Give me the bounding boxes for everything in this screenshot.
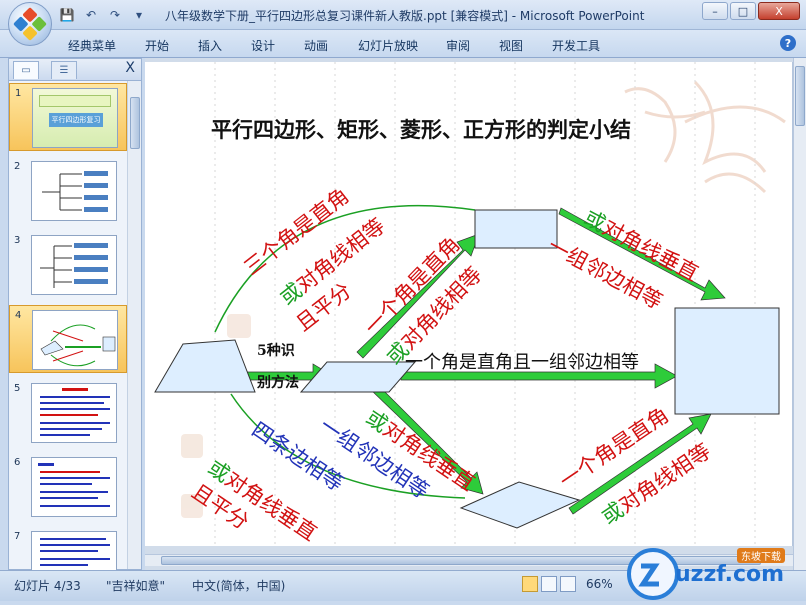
- slide-number: 1: [15, 88, 22, 99]
- slide-thumbnail-4[interactable]: 4: [9, 305, 127, 373]
- slide-preview: [32, 310, 118, 370]
- normal-view-icon[interactable]: [522, 576, 538, 592]
- slide-sorter-view-icon[interactable]: [541, 576, 557, 592]
- slide-number: 3: [14, 235, 21, 246]
- quadrilateral-shape: [154, 339, 256, 393]
- tab-insert[interactable]: 插入: [198, 37, 222, 54]
- rectangle-shape: [474, 209, 558, 249]
- slide-preview: [31, 457, 117, 517]
- slide-preview: [31, 531, 117, 571]
- office-button[interactable]: [8, 2, 52, 46]
- slide-number: 2: [14, 161, 21, 172]
- scrollbar-thumb[interactable]: [130, 97, 140, 149]
- slide-number: 6: [14, 457, 21, 468]
- slide-canvas[interactable]: 平行四边形、矩形、菱形、正方形的判定小结 5种识 别方法 三个角是直角 或对角线…: [145, 62, 793, 546]
- slide-thumbnail-3[interactable]: 3: [9, 231, 127, 299]
- thumbnail-scrollbar[interactable]: [127, 81, 141, 569]
- slide-thumbnail-pane: ▭ ☰ X 1 平行四边形复习 2 3 4 5 6 7: [8, 58, 142, 571]
- theme-name[interactable]: "吉祥如意": [106, 577, 165, 594]
- tab-animation[interactable]: 动画: [304, 37, 328, 54]
- slide-vertical-scrollbar[interactable]: [793, 58, 806, 570]
- slide-preview: 平行四边形复习: [32, 88, 118, 148]
- preview-title: 平行四边形复习: [49, 113, 103, 127]
- scrollbar-thumb[interactable]: [795, 66, 805, 126]
- slide-thumbnail-5[interactable]: 5: [9, 379, 127, 447]
- minimize-button[interactable]: –: [702, 2, 728, 20]
- watermark-subtitle: 东坡下载: [737, 548, 785, 563]
- tab-slideshow[interactable]: 幻灯片放映: [358, 37, 418, 54]
- ribbon-tabs: 经典菜单 开始 插入 设计 动画 幻灯片放映 审阅 视图 开发工具 ?: [0, 30, 806, 58]
- office-logo-icon: [13, 7, 47, 41]
- slide-preview: [31, 383, 117, 443]
- five-methods-label-1: 5种识: [257, 343, 295, 359]
- preview-text-lines: [40, 388, 110, 436]
- slide-thumbnail-2[interactable]: 2: [9, 157, 127, 225]
- watermark-brand: uzzf.com: [675, 562, 785, 587]
- window-controls: – □ X: [702, 2, 800, 20]
- five-methods-label-2: 别方法: [257, 375, 299, 391]
- tab-classic-menu[interactable]: 经典菜单: [68, 37, 116, 54]
- slide-number: 7: [14, 531, 21, 542]
- preview-text-lines: [38, 463, 110, 507]
- pane-close-icon[interactable]: X: [125, 60, 135, 76]
- slide-thumbnail-1[interactable]: 1 平行四边形复习: [9, 83, 127, 151]
- slide-thumbnail-7[interactable]: 7: [9, 527, 127, 571]
- save-icon[interactable]: 💾: [58, 6, 76, 24]
- preview-text-lines: [40, 538, 110, 566]
- qat-customize-icon[interactable]: ▾: [130, 6, 148, 24]
- quick-access-toolbar: 💾 ↶ ↷ ▾: [58, 6, 148, 24]
- pane-tabs: ▭ ☰ X: [9, 59, 141, 81]
- preview-banner: [39, 95, 111, 107]
- preview-diagram: [40, 243, 108, 288]
- site-watermark: uzzf.com 东坡下载: [619, 540, 806, 601]
- outline-tab-icon[interactable]: ☰: [51, 61, 77, 79]
- tab-view[interactable]: 视图: [499, 37, 523, 54]
- condition-right-angle-and-adjacent: 一个角是直角且一组邻边相等: [405, 352, 639, 373]
- slide-preview: [31, 161, 117, 221]
- preview-diagram: [42, 171, 108, 212]
- tab-review[interactable]: 审阅: [446, 37, 470, 54]
- slide-counter: 幻灯片 4/33: [14, 579, 81, 593]
- slide-number: 5: [14, 383, 21, 394]
- slide-thumbnail-6[interactable]: 6: [9, 453, 127, 521]
- tab-home[interactable]: 开始: [145, 37, 169, 54]
- close-button[interactable]: X: [758, 2, 800, 20]
- zoom-level[interactable]: 66%: [586, 577, 613, 591]
- title-bar: 💾 ↶ ↷ ▾ 八年级数学下册_平行四边形总复习课件新人教版.ppt [兼容模式…: [0, 0, 806, 30]
- preview-diagram: [40, 324, 116, 367]
- redo-icon[interactable]: ↷: [106, 6, 124, 24]
- slide-preview: [31, 235, 117, 295]
- slides-tab-icon[interactable]: ▭: [13, 61, 39, 79]
- slide-editing-area: 平行四边形、矩形、菱形、正方形的判定小结 5种识 别方法 三个角是直角 或对角线…: [145, 58, 806, 570]
- maximize-button[interactable]: □: [730, 2, 756, 20]
- slideshow-view-icon[interactable]: [560, 576, 576, 592]
- slide-title: 平行四边形、矩形、菱形、正方形的判定小结: [211, 117, 631, 142]
- undo-icon[interactable]: ↶: [82, 6, 100, 24]
- tab-developer[interactable]: 开发工具: [552, 37, 600, 54]
- help-icon[interactable]: ?: [780, 35, 796, 51]
- square-shape: [674, 307, 780, 415]
- window-title: 八年级数学下册_平行四边形总复习课件新人教版.ppt [兼容模式] - Micr…: [165, 9, 645, 23]
- slide-number: 4: [15, 310, 22, 321]
- tab-design[interactable]: 设计: [251, 37, 275, 54]
- language-indicator[interactable]: 中文(简体，中国): [192, 577, 285, 594]
